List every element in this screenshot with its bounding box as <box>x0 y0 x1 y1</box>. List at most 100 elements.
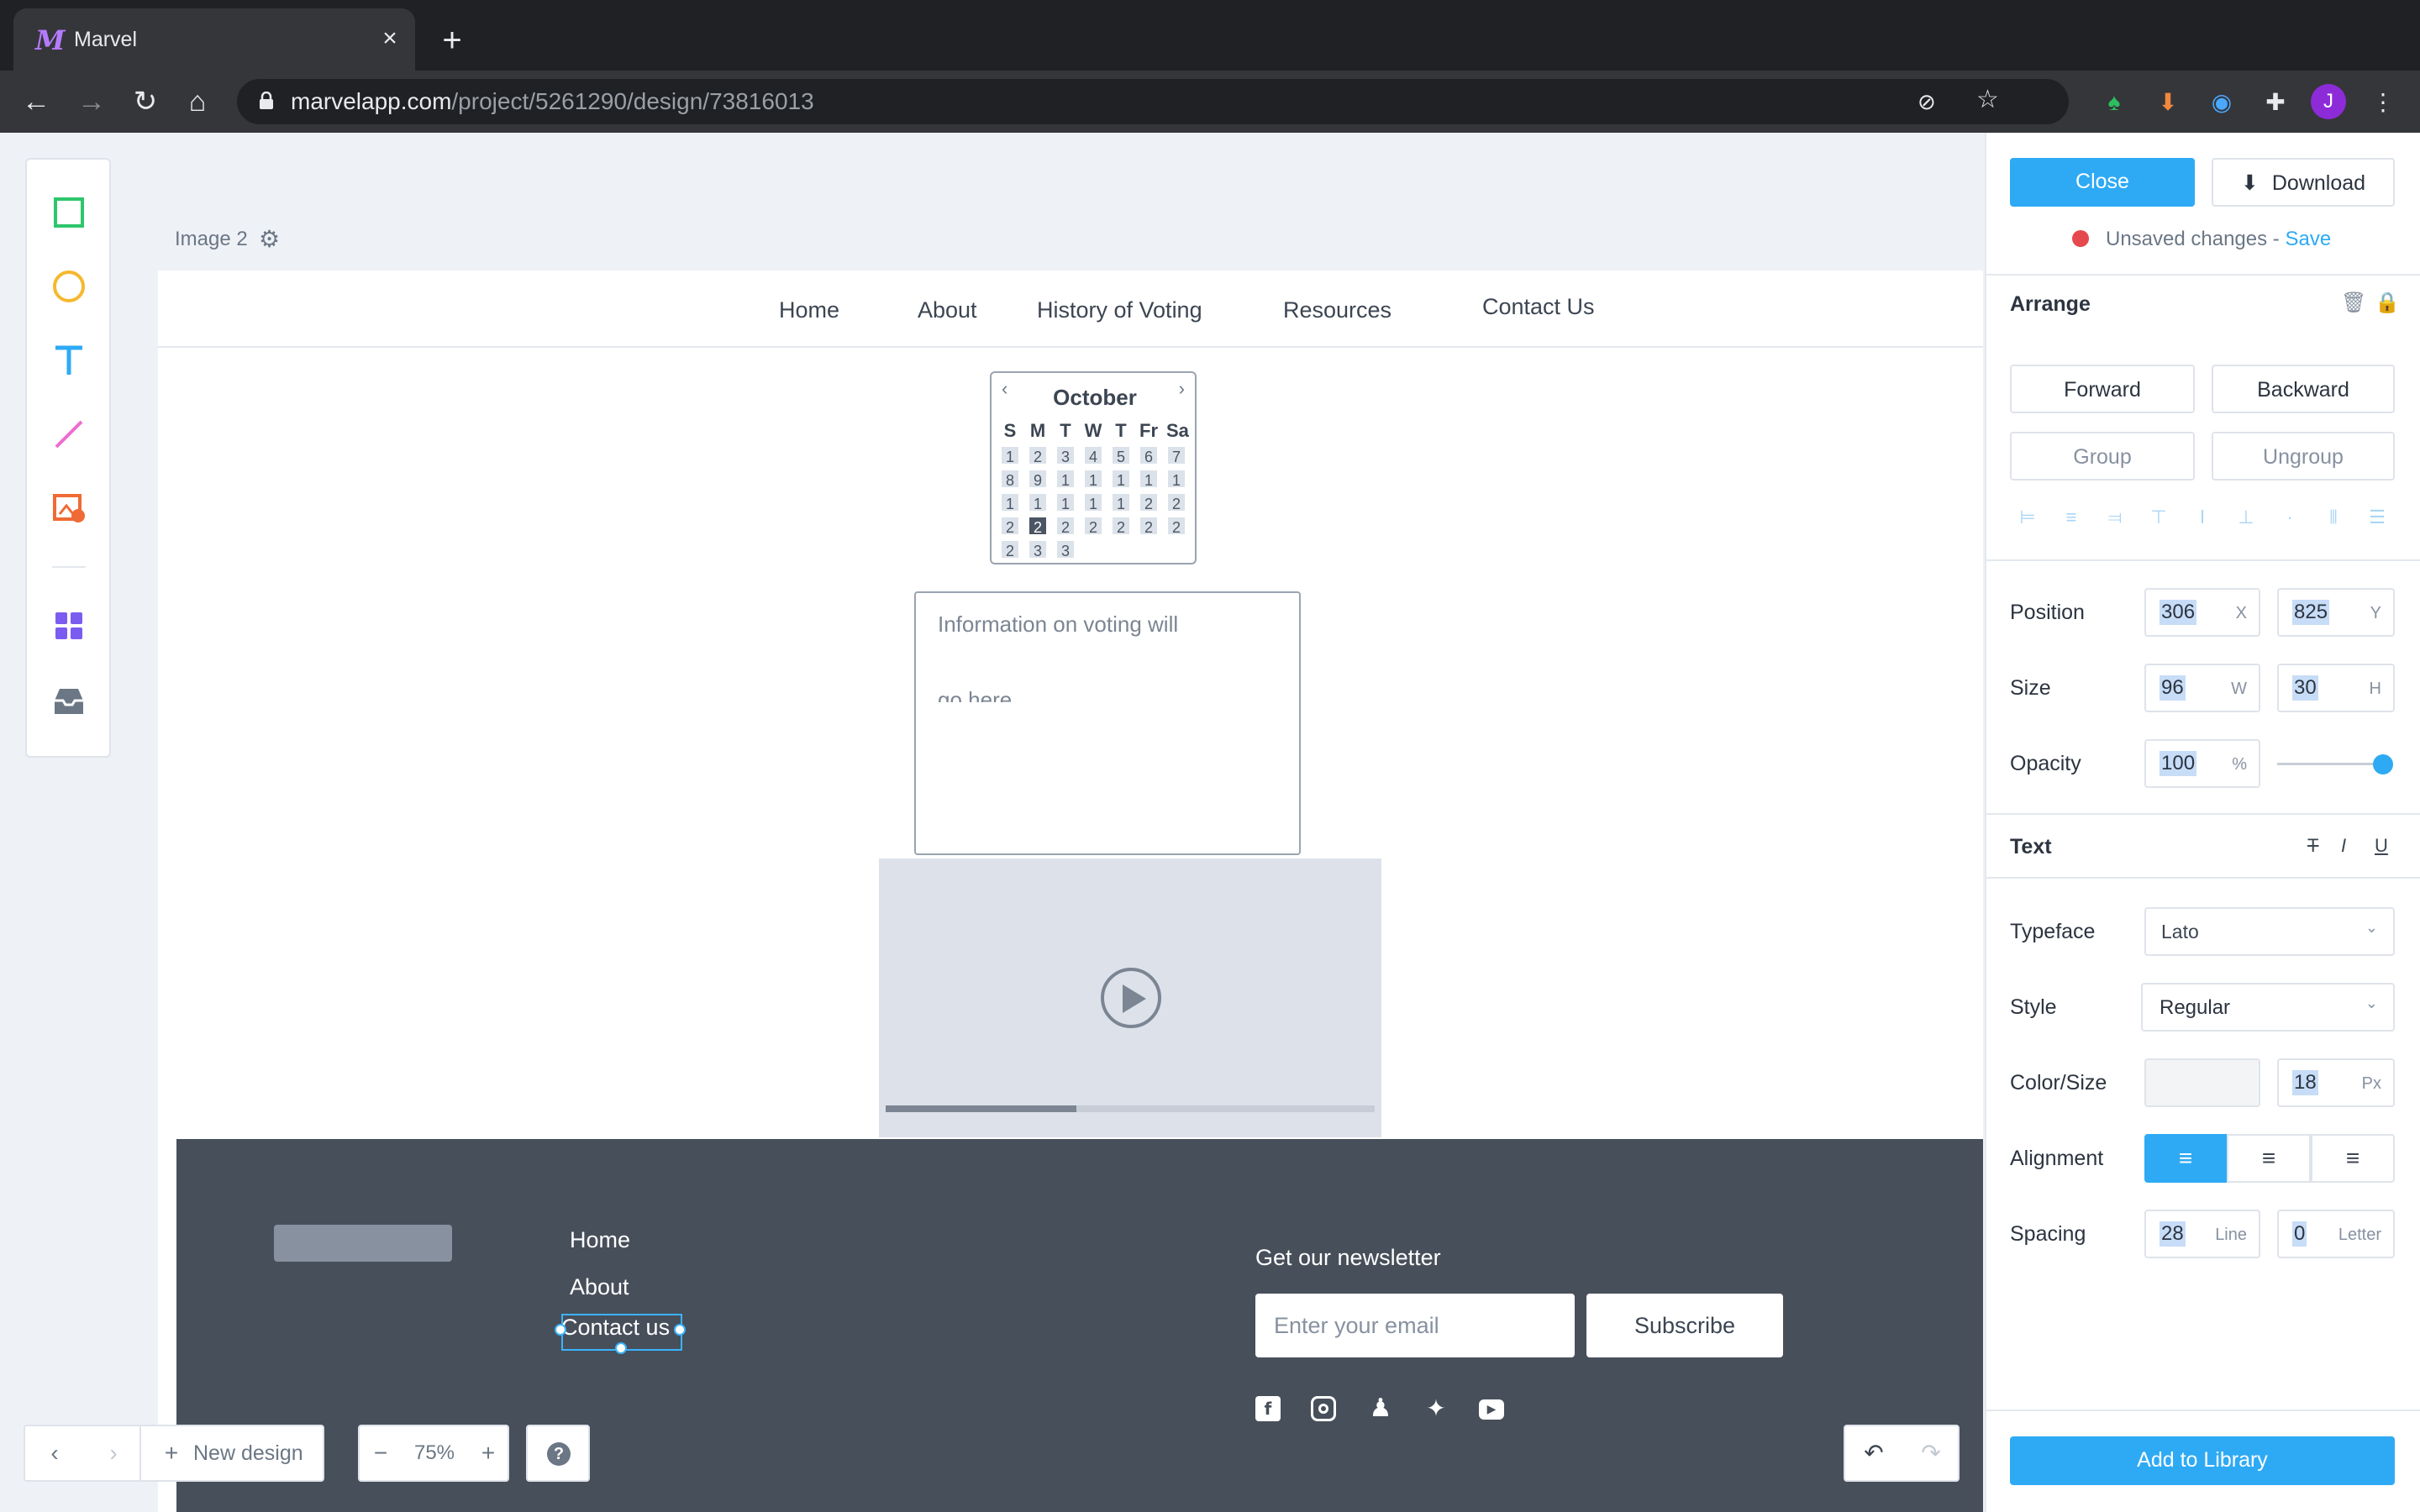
ellipse-tool-icon[interactable] <box>48 265 90 307</box>
inbox-tray-icon[interactable] <box>48 680 90 722</box>
strikethrough-icon[interactable]: T <box>2307 835 2329 857</box>
distribute-icon[interactable]: · <box>2277 507 2302 528</box>
calendar-day[interactable]: 3 <box>1029 541 1046 558</box>
zoom-in-icon[interactable]: + <box>467 1426 509 1480</box>
calendar-day[interactable]: 1 <box>1029 494 1046 511</box>
youtube-icon[interactable]: ▶ <box>1479 1399 1504 1420</box>
tracking-off-eye-icon[interactable]: ⊘ <box>1918 88 1944 115</box>
play-icon[interactable] <box>1101 968 1161 1028</box>
download-button[interactable]: ⬇ Download <box>2212 158 2395 207</box>
new-design-button[interactable]: New design <box>193 1426 303 1480</box>
gear-icon[interactable]: ⚙ <box>259 227 284 252</box>
distribute-vertical-icon[interactable]: ☰ <box>2365 507 2390 528</box>
address-bar[interactable]: marvelapp.com/project/5261290/design/738… <box>237 79 2069 124</box>
calendar-day[interactable]: 2 <box>1085 517 1102 534</box>
text-align-right-icon[interactable]: ≡ <box>2311 1134 2395 1183</box>
calendar-day[interactable]: 5 <box>1113 447 1129 464</box>
calendar-day[interactable]: 1 <box>1085 494 1102 511</box>
calendar-day[interactable]: 2 <box>1002 541 1018 558</box>
calendar-day[interactable]: 2 <box>1029 447 1046 464</box>
calendar-day[interactable]: 2 <box>1168 517 1185 534</box>
evernote-extension-icon[interactable]: ♠ <box>2101 89 2128 116</box>
search-extension-icon[interactable]: ◉ <box>2208 89 2235 116</box>
calendar-day[interactable]: 3 <box>1057 447 1074 464</box>
footer-link-home[interactable]: Home <box>570 1226 630 1253</box>
nav-contact-us[interactable]: Contact Us <box>1482 292 1595 321</box>
new-tab-icon[interactable]: + <box>435 24 469 57</box>
text-align-center-icon[interactable]: ≡ <box>2227 1134 2311 1183</box>
extensions-puzzle-icon[interactable]: ✚ <box>2262 89 2289 116</box>
calendar-day[interactable]: 3 <box>1057 541 1074 558</box>
prev-design-icon[interactable]: ‹ <box>25 1426 84 1480</box>
color-swatch[interactable] <box>2144 1058 2260 1107</box>
calendar-day[interactable]: 4 <box>1085 447 1102 464</box>
nav-about[interactable]: About <box>918 296 977 324</box>
close-button[interactable]: Close <box>2010 158 2195 207</box>
calendar-day[interactable]: 7 <box>1168 447 1185 464</box>
calendar-day[interactable]: 2 <box>1168 494 1185 511</box>
calendar-day[interactable]: 1 <box>1113 494 1129 511</box>
home-icon[interactable]: ⌂ <box>178 82 217 121</box>
components-grid-icon[interactable] <box>48 605 90 647</box>
text-tool-icon[interactable] <box>48 339 90 381</box>
font-size-field[interactable]: 18 Px <box>2277 1058 2395 1107</box>
calendar-day[interactable]: 2 <box>1140 517 1157 534</box>
footer-link-about[interactable]: About <box>570 1273 629 1300</box>
calendar-day[interactable]: 1 <box>1057 494 1074 511</box>
selection-handle-left[interactable] <box>555 1324 566 1336</box>
calendar-day[interactable]: 2 <box>1002 517 1018 534</box>
selection-handle-right[interactable] <box>674 1324 686 1336</box>
size-h-field[interactable]: 30 H <box>2277 664 2395 712</box>
align-bottom-icon[interactable]: ⊥ <box>2233 507 2259 528</box>
calendar-day[interactable]: 2 <box>1029 517 1046 534</box>
opacity-slider-knob[interactable] <box>2373 754 2393 774</box>
align-top-icon[interactable]: ⊤ <box>2146 507 2171 528</box>
artboard-label[interactable]: Image 2 <box>175 227 248 252</box>
position-y-field[interactable]: 825 Y <box>2277 588 2395 637</box>
calendar-day[interactable]: 1 <box>1085 470 1102 487</box>
calendar-day[interactable]: 8 <box>1002 470 1018 487</box>
bookmark-star-icon[interactable]: ☆ <box>1976 87 2003 113</box>
calendar-day[interactable]: 9 <box>1029 470 1046 487</box>
back-icon[interactable]: ← <box>17 82 55 121</box>
align-middle-v-icon[interactable]: ǀ <box>2190 507 2215 528</box>
reload-icon[interactable]: ↻ <box>126 82 165 121</box>
opacity-field[interactable]: 100% <box>2144 739 2260 788</box>
calendar-day[interactable]: 1 <box>1002 494 1018 511</box>
profile-avatar[interactable]: J <box>2311 84 2346 119</box>
nav-history-of-voting[interactable]: History of Voting <box>1037 296 1202 324</box>
size-w-field[interactable]: 96 W <box>2144 664 2260 712</box>
calendar-day[interactable]: 6 <box>1140 447 1157 464</box>
save-link[interactable]: Save <box>2285 228 2331 250</box>
facebook-icon[interactable]: f <box>1255 1396 1281 1421</box>
calendar-widget[interactable]: ‹ › October S M T W T Fr Sa 1 2 3 4 5 6 7 8 9 1 1 1 1 1 1 1 1 1 1… <box>990 371 1197 564</box>
snapchat-icon[interactable]: ♟ <box>1368 1396 1393 1421</box>
align-right-icon[interactable]: ⫤ <box>2102 507 2128 528</box>
opacity-slider-track[interactable] <box>2277 763 2383 765</box>
browser-tab[interactable]: M Marvel × <box>13 8 415 71</box>
add-to-library-button[interactable]: Add to Library <box>2010 1436 2395 1485</box>
selection-handle-bottom[interactable] <box>615 1342 627 1354</box>
twitter-icon[interactable]: ✦ <box>1423 1396 1449 1421</box>
group-button[interactable]: Group <box>2010 432 2195 480</box>
text-align-left-icon[interactable]: ≡ <box>2144 1134 2227 1183</box>
next-design-icon[interactable]: › <box>84 1426 143 1480</box>
calendar-day[interactable]: 1 <box>1140 470 1157 487</box>
line-tool-icon[interactable] <box>48 413 90 455</box>
calendar-day[interactable]: 1 <box>1168 470 1185 487</box>
letter-spacing-field[interactable]: 0 Letter <box>2277 1210 2395 1258</box>
trash-icon[interactable]: 🗑 <box>2341 291 2366 314</box>
align-center-h-icon[interactable]: ≡ <box>2059 507 2084 528</box>
instagram-icon[interactable] <box>1311 1396 1336 1421</box>
redo-icon[interactable]: ↷ <box>1902 1426 1960 1480</box>
forward-icon[interactable]: → <box>72 82 111 121</box>
typeface-select[interactable]: Lato ⌄ <box>2144 907 2395 956</box>
lock-layer-icon[interactable]: 🔒 <box>2375 291 2400 314</box>
rectangle-tool-icon[interactable] <box>48 192 90 234</box>
image-tool-icon[interactable] <box>48 487 90 529</box>
italic-icon[interactable]: I <box>2341 835 2363 857</box>
calendar-day[interactable]: 1 <box>1057 470 1074 487</box>
undo-icon[interactable]: ↶ <box>1845 1426 1902 1480</box>
style-select[interactable]: Regular ⌄ <box>2141 983 2395 1032</box>
nav-resources[interactable]: Resources <box>1283 296 1392 324</box>
